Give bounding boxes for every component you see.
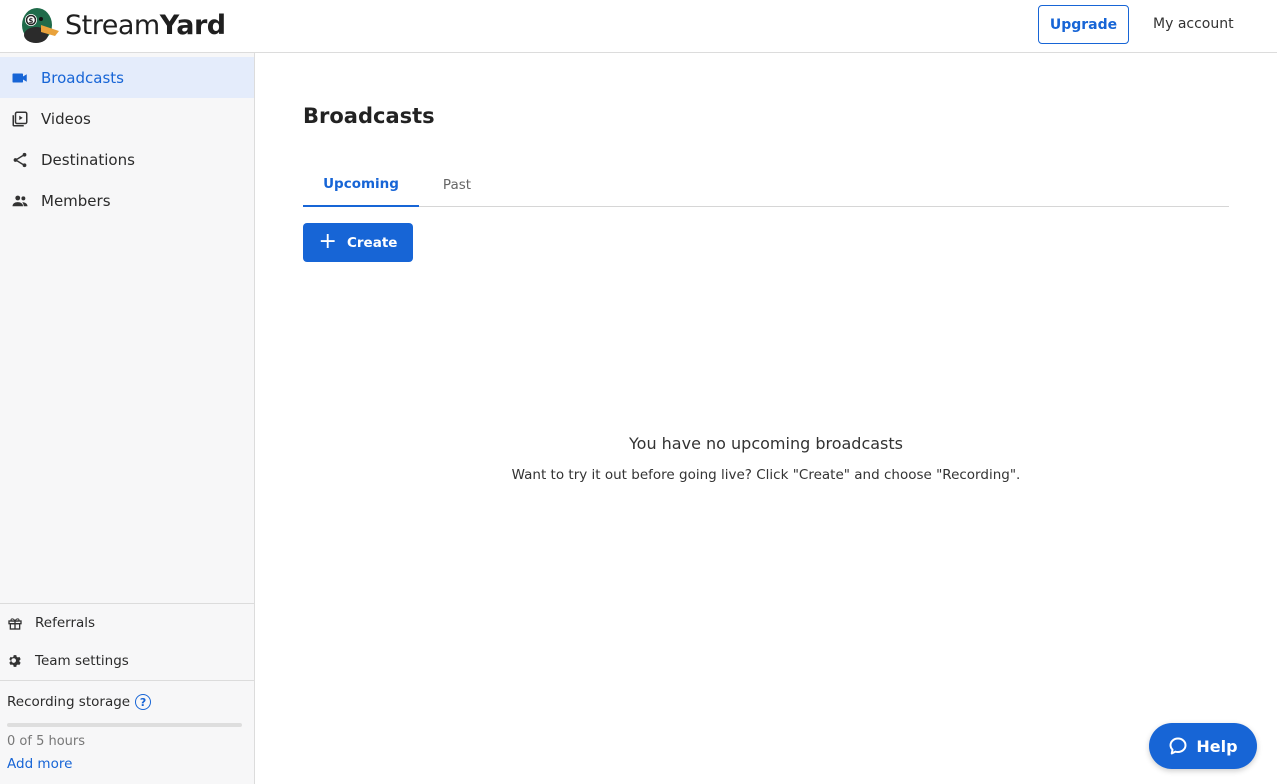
sidebar-item-members[interactable]: Members: [0, 180, 254, 221]
main-content: Broadcasts Upcoming Past + Create You ha…: [255, 53, 1277, 784]
top-header: $ StreamYard Upgrade My account: [0, 0, 1277, 53]
video-library-icon: [11, 110, 29, 128]
sidebar-item-referrals[interactable]: Referrals: [0, 605, 254, 641]
people-icon: [11, 192, 29, 210]
sidebar-item-label: Referrals: [35, 615, 96, 631]
empty-state-title: You have no upcoming broadcasts: [629, 434, 903, 453]
sidebar-divider: [0, 603, 254, 604]
gift-icon: [7, 615, 23, 631]
page-title: Broadcasts: [303, 104, 435, 128]
storage-progress-bar: [7, 723, 242, 727]
add-more-link[interactable]: Add more: [7, 756, 72, 772]
storage-count: 0 of 5 hours: [7, 734, 86, 749]
recording-storage-label: Recording storage ?: [7, 694, 152, 710]
broadcast-tabs: Upcoming Past: [303, 163, 1229, 207]
upgrade-button[interactable]: Upgrade: [1038, 5, 1129, 44]
sidebar-item-broadcasts[interactable]: Broadcasts: [0, 57, 254, 98]
gear-icon: [7, 653, 23, 669]
sidebar-divider: [0, 680, 254, 681]
tab-past[interactable]: Past: [419, 163, 495, 206]
sidebar-item-label: Videos: [41, 109, 91, 128]
chat-bubble-icon: [1169, 737, 1187, 755]
sidebar-item-label: Destinations: [41, 150, 135, 169]
create-button[interactable]: + Create: [303, 223, 413, 262]
help-button[interactable]: Help: [1149, 723, 1257, 769]
sidebar-item-label: Members: [41, 191, 111, 210]
streamyard-logo[interactable]: $ StreamYard: [17, 5, 226, 45]
help-circle-icon[interactable]: ?: [135, 694, 152, 710]
plus-icon: +: [318, 228, 337, 254]
sidebar-item-videos[interactable]: Videos: [0, 98, 254, 139]
empty-state-subtitle: Want to try it out before going live? Cl…: [511, 467, 1021, 483]
share-icon: [11, 151, 29, 169]
sidebar: Broadcasts Videos Destinations Members R…: [0, 53, 255, 784]
sidebar-item-team-settings[interactable]: Team settings: [0, 643, 254, 679]
video-camera-icon: [11, 69, 29, 87]
duck-logo-icon: $: [22, 8, 59, 43]
sidebar-item-label: Broadcasts: [41, 68, 124, 87]
my-account-link[interactable]: My account: [1153, 16, 1234, 32]
app-name: StreamYard: [65, 9, 226, 41]
tab-upcoming[interactable]: Upcoming: [303, 163, 419, 207]
sidebar-item-destinations[interactable]: Destinations: [0, 139, 254, 180]
svg-text:$: $: [29, 17, 34, 25]
sidebar-item-label: Team settings: [35, 653, 129, 669]
